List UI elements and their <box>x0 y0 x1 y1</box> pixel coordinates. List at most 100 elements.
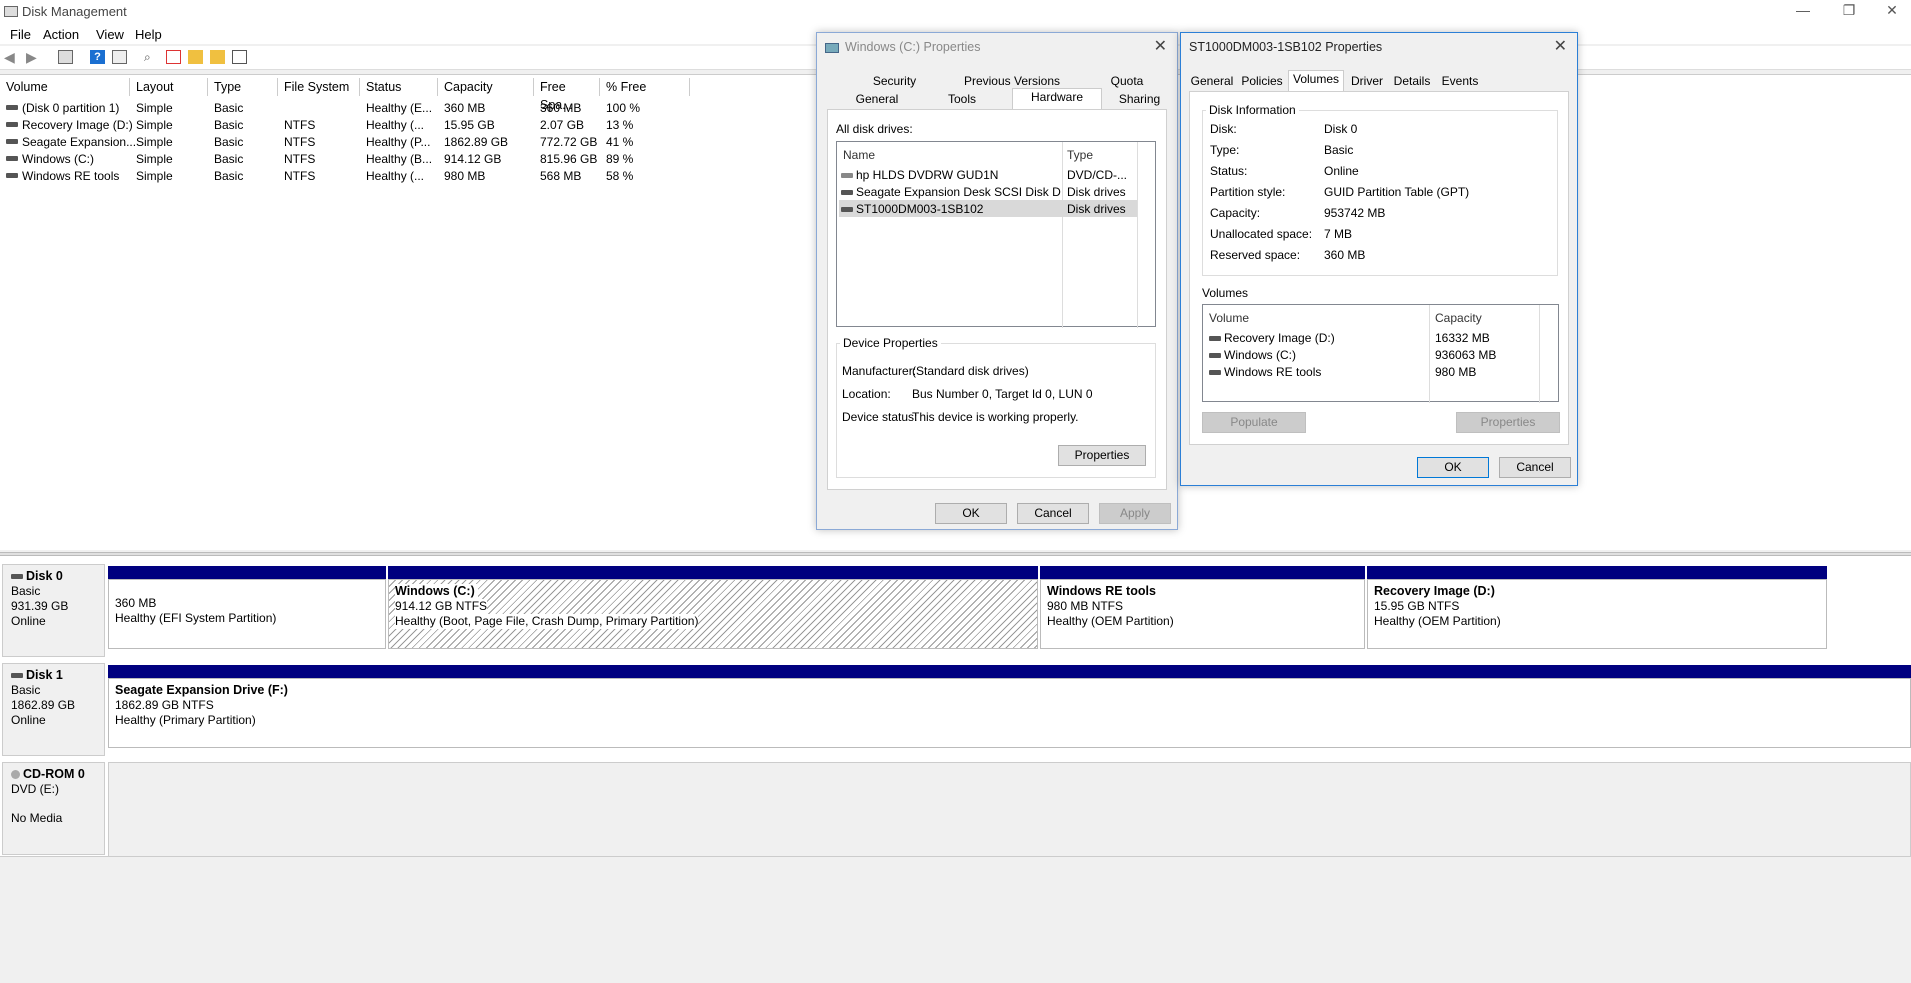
partition-title: Windows RE tools <box>1047 584 1156 598</box>
volume-cell: 2.07 GB <box>540 118 585 132</box>
disk0-partition-recovery[interactable]: Recovery Image (D:) 15.95 GB NTFS Health… <box>1367 579 1827 649</box>
tab-tools[interactable]: Tools <box>927 91 997 109</box>
disk0-partition-re-tools[interactable]: Windows RE tools 980 MB NTFS Healthy (OE… <box>1040 579 1365 649</box>
volume-icon <box>1209 353 1221 359</box>
tab-driver[interactable]: Driver <box>1346 73 1388 91</box>
drives-listview[interactable]: Name Type hp HLDS DVDRW GUD1N DVD/CD-...… <box>836 141 1156 328</box>
checklist-icon[interactable] <box>166 50 181 64</box>
tab-security[interactable]: Security <box>857 73 932 91</box>
partition-bar <box>108 665 1911 678</box>
disk-info-value: Online <box>1324 164 1359 178</box>
cancel-button[interactable]: Cancel <box>1017 503 1089 524</box>
drive-name: ST1000DM003-1SB102 <box>856 202 984 216</box>
col-capacity[interactable]: Capacity <box>438 78 534 96</box>
volume-cell: Simple <box>136 101 173 115</box>
menu-file[interactable]: File <box>10 27 31 42</box>
partition-bar <box>1367 566 1827 579</box>
volume-cell: Windows (C:) <box>22 152 95 166</box>
volume-cell: 772.72 GB <box>540 135 598 149</box>
close-icon[interactable]: ✕ <box>1154 36 1167 56</box>
tab-quota[interactable]: Quota <box>1097 73 1157 91</box>
list-view-icon[interactable] <box>232 50 247 64</box>
col-freespace[interactable]: Free Spa... <box>534 78 600 112</box>
disk0-partition-efi[interactable]: 360 MB Healthy (EFI System Partition) <box>108 579 386 649</box>
drive-row-dvd[interactable]: hp HLDS DVDRW GUD1N <box>841 168 1061 182</box>
restore-button[interactable]: ❐ <box>1829 2 1869 19</box>
forward-arrow-icon[interactable]: ▶ <box>26 50 41 64</box>
disk1-size: 1862.89 GB <box>11 698 76 712</box>
disk0-partition-windows[interactable]: Windows (C:) 914.12 GB NTFS Healthy (Boo… <box>388 579 1038 649</box>
back-arrow-icon[interactable]: ◀ <box>4 50 19 64</box>
properties-button[interactable]: Properties <box>1058 445 1146 466</box>
properties-icon[interactable] <box>112 50 127 64</box>
disk-info-label: Disk: <box>1210 122 1237 136</box>
tab-general[interactable]: General <box>1189 73 1235 91</box>
ok-button[interactable]: OK <box>935 503 1007 524</box>
cdrom0-media-area[interactable] <box>108 762 1911 862</box>
apply-button[interactable]: Apply <box>1099 503 1171 524</box>
manufacturer-value: (Standard disk drives) <box>912 364 1029 378</box>
col-percentfree[interactable]: % Free <box>600 78 690 96</box>
menu-help[interactable]: Help <box>135 27 162 42</box>
tab-policies[interactable]: Policies <box>1237 73 1287 91</box>
volume-row-recovery[interactable]: Recovery Image (D:) <box>1209 331 1335 345</box>
volume-cell: 100 % <box>606 101 641 115</box>
col-capacity[interactable]: Capacity <box>1435 311 1482 325</box>
col-status[interactable]: Status <box>360 78 438 96</box>
partition-bar <box>388 566 1038 579</box>
folder-search-icon[interactable] <box>210 50 225 64</box>
partition-size: 1862.89 GB NTFS <box>115 698 214 712</box>
disk0-label[interactable]: Disk 0 Basic 931.39 GB Online <box>2 564 105 657</box>
close-icon[interactable]: ✕ <box>1554 36 1567 56</box>
volume-row[interactable]: Seagate Expansion... Simple Basic NTFS Healt… <box>0 133 700 150</box>
volume-cell: Simple <box>136 169 173 183</box>
disk1-label[interactable]: Disk 1 Basic 1862.89 GB Online <box>2 663 105 756</box>
disk0-type: Basic <box>11 584 41 598</box>
cancel-button[interactable]: Cancel <box>1499 457 1571 478</box>
folder-up-icon[interactable] <box>188 50 203 64</box>
drive-row-seagate[interactable]: Seagate Expansion Desk SCSI Disk De... <box>841 185 1061 199</box>
disk1-partition-seagate[interactable]: Seagate Expansion Drive (F:) 1862.89 GB … <box>108 678 1911 748</box>
disk0-name: Disk 0 <box>26 569 63 583</box>
menu-action[interactable]: Action <box>43 27 79 42</box>
disk-info-label: Disk Information <box>1206 103 1299 117</box>
volumes-listview[interactable]: Volume Capacity Recovery Image (D:) 1633… <box>1202 304 1559 403</box>
volume-row[interactable]: (Disk 0 partition 1) Simple Basic Healthy (… <box>0 99 700 116</box>
close-button[interactable]: ✕ <box>1872 2 1911 19</box>
volume-icon <box>6 122 18 127</box>
tab-hardware[interactable]: Hardware <box>1012 88 1102 110</box>
tab-details[interactable]: Details <box>1389 73 1435 91</box>
console-tree-icon[interactable] <box>58 50 73 64</box>
col-type[interactable]: Type <box>1067 148 1093 162</box>
cdrom0-label[interactable]: CD-ROM 0 DVD (E:) No Media <box>2 762 105 855</box>
volume-row[interactable]: Windows (C:) Simple Basic NTFS Healthy (B...… <box>0 150 700 167</box>
tab-events[interactable]: Events <box>1437 73 1483 91</box>
connect-icon[interactable]: ⌕ <box>144 50 159 64</box>
minimize-button[interactable]: — <box>1783 2 1823 18</box>
volume-row[interactable]: Windows RE tools Simple Basic NTFS Healthy (… <box>0 167 700 184</box>
volume-capacity: 936063 MB <box>1435 348 1497 362</box>
populate-button[interactable]: Populate <box>1202 412 1306 433</box>
col-volume[interactable]: Volume <box>1209 311 1249 325</box>
st1000-properties-dialog: ST1000DM003-1SB102 Properties ✕ General … <box>1180 32 1578 486</box>
drive-row-st1000[interactable]: ST1000DM003-1SB102 <box>841 202 1061 216</box>
volume-row-re-tools[interactable]: Windows RE tools <box>1209 365 1321 379</box>
volume-row[interactable]: Recovery Image (D:) Simple Basic NTFS Health… <box>0 116 700 133</box>
drive-type: DVD/CD-... <box>1067 168 1127 182</box>
ok-button[interactable]: OK <box>1417 457 1489 478</box>
col-layout[interactable]: Layout <box>130 78 208 96</box>
partition-status: Healthy (Boot, Page File, Crash Dump, Pr… <box>395 614 699 629</box>
col-type[interactable]: Type <box>208 78 278 96</box>
col-volume[interactable]: Volume <box>0 78 130 96</box>
volume-cell: 568 MB <box>540 169 582 183</box>
col-filesystem[interactable]: File System <box>278 78 360 96</box>
menu-view[interactable]: View <box>96 27 124 42</box>
properties-button[interactable]: Properties <box>1456 412 1560 433</box>
tab-general[interactable]: General <box>842 91 912 109</box>
manufacturer-label: Manufacturer: <box>842 364 917 378</box>
volume-row-windows[interactable]: Windows (C:) <box>1209 348 1296 362</box>
tab-sharing[interactable]: Sharing <box>1112 91 1167 109</box>
col-name[interactable]: Name <box>843 148 875 162</box>
tab-volumes[interactable]: Volumes <box>1288 70 1344 92</box>
help-icon[interactable]: ? <box>90 50 105 64</box>
